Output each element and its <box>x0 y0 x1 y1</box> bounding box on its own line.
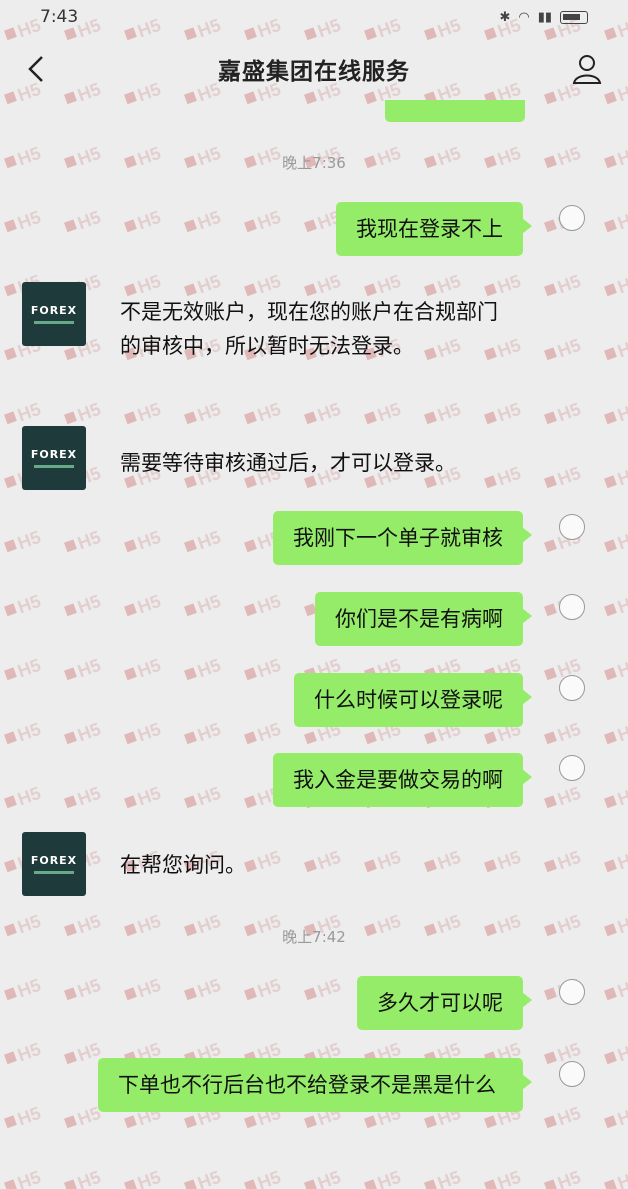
agent-avatar-brand: FOREX <box>30 854 78 867</box>
wifi-icon: ◠ <box>518 9 530 25</box>
user-avatar-icon <box>559 1061 585 1087</box>
message-bubble-right[interactable]: 我刚下一个单子就审核 <box>273 511 532 565</box>
signal-icon: ▮▮ <box>537 9 552 25</box>
message-bubble-right[interactable]: 我入金是要做交易的啊 <box>273 753 532 807</box>
timestamp: 晚上7:42 <box>282 928 346 946</box>
agent-avatar-bar <box>34 465 74 468</box>
back-button[interactable] <box>22 52 52 86</box>
battery-icon <box>560 10 588 24</box>
timestamp: 晚上7:36 <box>282 154 346 172</box>
message-left[interactable]: 在帮您询问。 <box>120 848 510 882</box>
partial-message-bubble[interactable] <box>385 100 525 122</box>
message-bubble-right[interactable]: 多久才可以呢 <box>357 976 532 1030</box>
user-avatar[interactable] <box>548 594 596 654</box>
profile-button[interactable] <box>570 52 604 86</box>
chat-area[interactable]: 晚上7:36 我现在登录不上 FOREX 不是无效账户，现在您的账户在合规部门的… <box>0 0 628 1189</box>
chevron-left-icon <box>28 56 43 82</box>
user-avatar[interactable] <box>548 205 596 265</box>
message-bubble-right[interactable]: 什么时候可以登录呢 <box>294 673 532 727</box>
user-avatar[interactable] <box>548 755 596 815</box>
page-title: 嘉盛集团在线服务 <box>218 59 410 85</box>
user-avatar[interactable] <box>548 514 596 574</box>
user-avatar-icon <box>559 979 585 1005</box>
bluetooth-icon: ✱ <box>499 9 511 25</box>
message-bubble-right[interactable]: 我现在登录不上 <box>336 202 532 256</box>
agent-avatar[interactable]: FOREX <box>22 282 86 346</box>
status-icons: ✱ ◠ ▮▮ <box>499 10 588 25</box>
agent-avatar[interactable]: FOREX <box>22 832 86 896</box>
agent-avatar-brand: FOREX <box>30 448 78 461</box>
user-avatar[interactable] <box>548 675 596 735</box>
top-nav: 嘉盛集团在线服务 <box>0 40 628 98</box>
agent-avatar-bar <box>34 871 74 874</box>
user-avatar-icon <box>559 675 585 701</box>
user-avatar-icon <box>559 755 585 781</box>
user-avatar-icon <box>559 514 585 540</box>
person-icon <box>572 55 602 84</box>
message-bubble-right[interactable]: 你们是不是有病啊 <box>315 592 532 646</box>
message-bubble-right[interactable]: 下单也不行后台也不给登录不是黑是什么 <box>98 1058 532 1112</box>
user-avatar-icon <box>559 205 585 231</box>
agent-avatar-bar <box>34 321 74 324</box>
agent-avatar-brand: FOREX <box>30 304 78 317</box>
user-avatar[interactable] <box>548 1061 596 1121</box>
message-left[interactable]: 需要等待审核通过后，才可以登录。 <box>120 446 510 480</box>
message-left[interactable]: 不是无效账户，现在您的账户在合规部门的审核中，所以暂时无法登录。 <box>120 295 510 363</box>
status-time: 7:43 <box>40 7 79 27</box>
agent-avatar[interactable]: FOREX <box>22 426 86 490</box>
user-avatar[interactable] <box>548 979 596 1039</box>
status-bar: 7:43 ✱ ◠ ▮▮ <box>0 0 628 34</box>
user-avatar-icon <box>559 594 585 620</box>
